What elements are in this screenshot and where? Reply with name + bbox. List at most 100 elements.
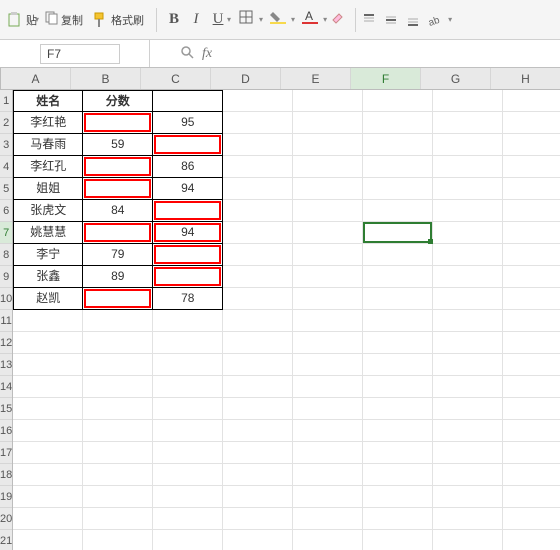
cell[interactable] [223,530,293,550]
row-header[interactable]: 2 [0,112,12,134]
cell[interactable] [83,376,153,398]
search-icon[interactable] [180,45,194,62]
format-painter-button[interactable]: 格式刷 [89,10,144,30]
row-header[interactable]: 13 [0,354,12,376]
align-middle-button[interactable] [384,13,406,27]
align-bottom-button[interactable] [406,13,428,27]
cell[interactable] [363,354,433,376]
font-color-button[interactable]: A [295,10,325,29]
cell[interactable] [293,508,363,530]
cell[interactable] [83,486,153,508]
cell[interactable] [223,266,293,288]
cell[interactable] [363,134,433,156]
cell[interactable] [153,486,223,508]
cell[interactable] [363,508,433,530]
cell[interactable] [503,530,560,550]
row-header[interactable]: 17 [0,442,12,464]
fill-color-button[interactable] [263,10,293,29]
clear-formatting-button[interactable] [327,10,349,29]
cell[interactable] [293,420,363,442]
cell[interactable] [503,508,560,530]
cell[interactable] [363,244,433,266]
cell[interactable] [293,332,363,354]
cell[interactable] [363,332,433,354]
cell[interactable]: 赵凯 [13,288,83,310]
cell[interactable] [13,376,83,398]
cell[interactable] [363,90,433,112]
cell[interactable] [433,442,503,464]
cell[interactable] [293,310,363,332]
cell[interactable]: 94 [153,222,223,244]
cell[interactable] [223,90,293,112]
cell[interactable] [83,178,153,200]
cell[interactable]: 张鑫 [13,266,83,288]
cell[interactable] [83,464,153,486]
fx-icon[interactable]: fx [202,46,212,62]
cell[interactable] [503,244,560,266]
paste-button[interactable]: 贴 ▾ [4,10,39,30]
cell[interactable] [83,354,153,376]
cell[interactable] [153,90,223,112]
cell[interactable]: 李宁 [13,244,83,266]
row-header[interactable]: 15 [0,398,12,420]
cell[interactable] [503,442,560,464]
cell[interactable] [223,354,293,376]
cell[interactable] [503,310,560,332]
cell[interactable] [293,112,363,134]
row-header[interactable]: 10 [0,288,12,310]
column-header[interactable]: G [421,68,491,89]
cell[interactable] [503,134,560,156]
cell[interactable] [433,244,503,266]
cell[interactable] [83,420,153,442]
cell[interactable] [153,508,223,530]
cell[interactable] [153,530,223,550]
cell[interactable] [223,332,293,354]
bold-button[interactable]: B [163,11,185,28]
cell[interactable] [153,310,223,332]
cell[interactable] [503,486,560,508]
cell[interactable] [153,244,223,266]
cell[interactable] [293,486,363,508]
cell[interactable] [293,442,363,464]
cell[interactable] [293,90,363,112]
cell[interactable] [433,530,503,550]
cell[interactable]: 张虎文 [13,200,83,222]
align-top-button[interactable] [362,13,384,27]
cell[interactable] [153,354,223,376]
cell[interactable] [363,420,433,442]
cell[interactable] [153,134,223,156]
row-header[interactable]: 1 [0,90,12,112]
cell[interactable] [433,354,503,376]
cell[interactable] [503,156,560,178]
cell[interactable]: 姐姐 [13,178,83,200]
cell[interactable] [223,156,293,178]
cell[interactable] [363,464,433,486]
cell[interactable] [433,486,503,508]
formula-input[interactable] [216,44,476,64]
cell[interactable] [293,222,363,244]
cell[interactable] [363,156,433,178]
cell[interactable] [433,90,503,112]
row-header[interactable]: 4 [0,156,12,178]
row-header[interactable]: 11 [0,310,12,332]
cell[interactable]: 86 [153,156,223,178]
cell[interactable] [223,134,293,156]
cell[interactable]: 78 [153,288,223,310]
cell[interactable] [83,398,153,420]
cell[interactable]: 姚慧慧 [13,222,83,244]
cell[interactable] [433,464,503,486]
cell[interactable] [503,420,560,442]
cell[interactable] [293,134,363,156]
cell[interactable] [13,508,83,530]
cell[interactable]: 89 [83,266,153,288]
cell[interactable] [503,398,560,420]
cell[interactable] [433,332,503,354]
cell[interactable]: 84 [83,200,153,222]
column-header[interactable]: A [1,68,71,89]
cell[interactable] [363,486,433,508]
cell[interactable]: 79 [83,244,153,266]
cell[interactable] [503,464,560,486]
cell[interactable] [433,222,503,244]
cell[interactable] [363,288,433,310]
cell[interactable]: 姓名 [13,90,83,112]
